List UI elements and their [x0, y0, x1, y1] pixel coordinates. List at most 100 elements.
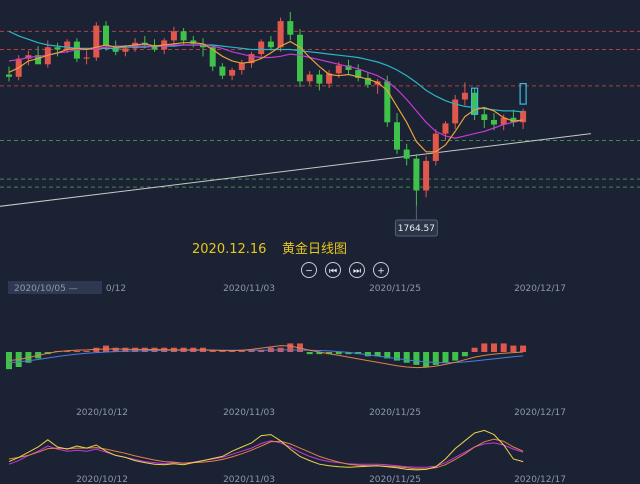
skip-forward-icon: ⏭ [353, 267, 361, 277]
macd-bar-35 [335, 352, 342, 355]
candle-body [122, 48, 129, 52]
candle-body [442, 123, 449, 134]
macd-x-axis: 2020/10/12 2020/11/03 2020/11/25 2020/12/17 [76, 408, 566, 418]
low-price-label: 1764.57 [398, 224, 435, 234]
candle-body [394, 122, 400, 150]
macd-bar-8 [73, 350, 80, 352]
candle-1 [6, 66, 12, 82]
candlestick-panel [0, 12, 640, 207]
kdj-lines [8, 429, 524, 471]
macd-x-tick-4: 2020/12/17 [514, 408, 566, 418]
candle-body [93, 25, 100, 58]
candle-37 [355, 64, 362, 82]
candle-body [83, 57, 90, 59]
candle-53 [510, 109, 517, 127]
kdj-x-tick-4: 2020/12/17 [514, 475, 566, 484]
candle-body [238, 63, 245, 70]
candle-18 [170, 26, 177, 44]
candle-body [432, 133, 439, 161]
macd-x-tick-1: 2020/10/12 [76, 408, 128, 418]
candle-50 [481, 108, 488, 128]
candle-body [180, 31, 187, 41]
candle-45 [432, 129, 439, 166]
candle-28 [267, 35, 274, 51]
candle-body [461, 92, 468, 100]
macd-bar-32 [306, 352, 313, 355]
macd-bar-30 [287, 343, 294, 352]
main-x-tick-2: 2020/11/03 [223, 284, 275, 294]
macd-x-tick-2: 2020/11/03 [223, 408, 275, 418]
kdj-x-axis: 2020/10/12 2020/11/03 2020/11/25 2020/12/17 [76, 475, 566, 484]
candle-body [258, 41, 265, 55]
candle-33 [316, 69, 323, 91]
candle-body [423, 160, 430, 191]
chart-canvas: 1764.57 2020.12.16 黄金日线图 − ⏮ ⏭ + 2020/10/05… [0, 12, 640, 484]
kdj-x-tick-1: 2020/10/12 [76, 475, 128, 484]
candle-body [6, 74, 12, 77]
kdj-panel: 2020/10/12 2020/11/03 2020/11/25 2020/12/17 [8, 429, 566, 484]
macd-bar-48 [461, 352, 468, 357]
candle-body [267, 41, 274, 48]
candle-11 [103, 21, 109, 51]
candle-body [413, 158, 420, 191]
candle-49 [471, 88, 478, 120]
trend-line [0, 133, 592, 207]
skip-back-icon: ⏮ [329, 267, 337, 277]
candle-31 [297, 29, 303, 88]
macd-bar-53 [510, 345, 517, 352]
candles [6, 12, 527, 207]
candle-41 [394, 113, 400, 155]
ma-slow-line [8, 30, 524, 113]
candle-42 [403, 143, 410, 166]
main-x-axis: 2020/10/05 — 0/12 2020/11/03 2020/11/25 202… [8, 281, 566, 294]
macd-bar-9 [83, 350, 90, 352]
candle-body [335, 65, 342, 74]
macd-bar-46 [442, 352, 449, 363]
candle-25 [238, 59, 245, 75]
candle-body [219, 66, 226, 76]
outline-candle-2 [519, 83, 527, 105]
candle-body [306, 74, 313, 82]
low-price-flag: 1764.57 [394, 205, 438, 237]
zoom-out-button[interactable]: − [301, 262, 317, 278]
candle-body [170, 31, 177, 41]
macd-x-tick-3: 2020/11/25 [369, 408, 421, 418]
candle-47 [452, 94, 459, 130]
candle-body [403, 149, 410, 159]
macd-bar-49 [471, 347, 478, 352]
step-back-button[interactable]: ⏮ [325, 262, 341, 278]
macd-bar-43 [413, 352, 420, 365]
candle-body [384, 81, 391, 123]
candle-10 [93, 22, 100, 61]
macd-bar-50 [481, 343, 488, 352]
step-forward-button[interactable]: ⏭ [349, 262, 365, 278]
macd-bar-44 [423, 352, 430, 367]
macd-bar-54 [520, 345, 527, 352]
plus-icon: + [377, 267, 385, 277]
main-x-tick-3: 2020/11/25 [369, 284, 421, 294]
candle-body [287, 21, 294, 35]
minus-icon: − [305, 267, 313, 277]
main-x-tick-1: 0/12 [106, 284, 126, 294]
candle-4 [35, 46, 42, 65]
candle-9 [83, 50, 90, 65]
caption-date: 2020.12.16 [192, 242, 266, 257]
candle-body [297, 34, 303, 82]
candle-32 [306, 71, 313, 85]
candle-body [277, 21, 284, 48]
kdj-x-tick-2: 2020/11/03 [223, 475, 275, 484]
candle-23 [219, 63, 226, 80]
date-range-label: 2020/10/05 — [14, 284, 78, 294]
candle-body [229, 69, 236, 76]
zoom-in-button[interactable]: + [373, 262, 389, 278]
candle-26 [248, 51, 255, 68]
candle-body [103, 25, 109, 47]
candle-46 [442, 121, 449, 141]
kdj-x-tick-3: 2020/11/25 [369, 475, 421, 484]
candle-24 [229, 67, 236, 81]
candle-body [64, 41, 71, 50]
macd-bar-52 [500, 343, 507, 352]
kdj-d-line [8, 438, 524, 470]
macd-bar-51 [491, 343, 497, 352]
main-x-tick-4: 2020/12/17 [514, 284, 566, 294]
